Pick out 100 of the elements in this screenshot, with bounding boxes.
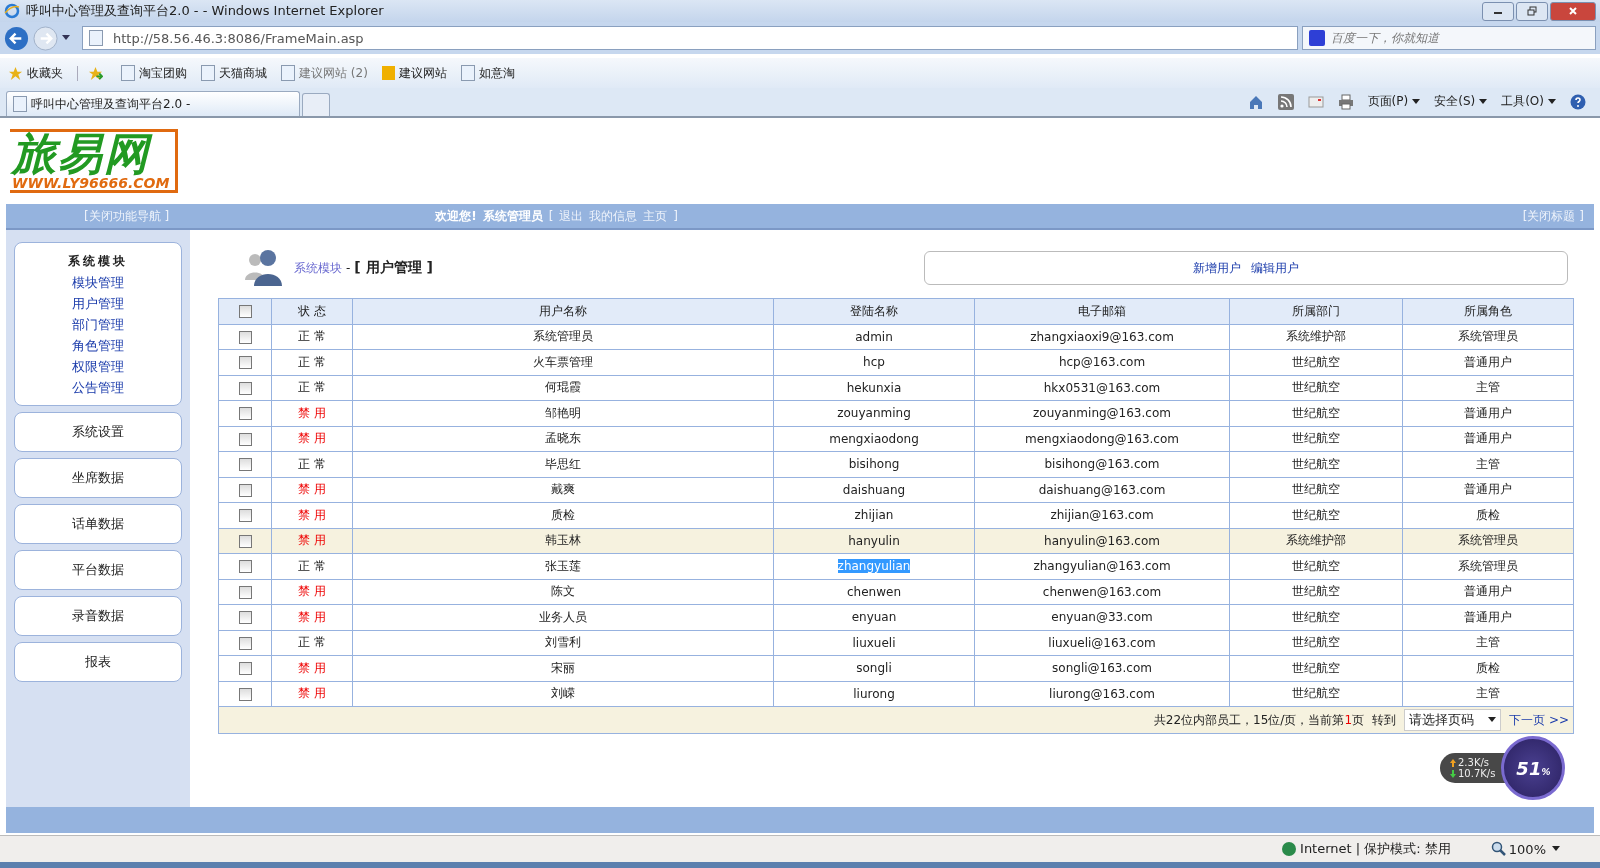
login-text: zhangyulian xyxy=(837,559,911,574)
table-cell: songli@163.com xyxy=(974,655,1230,681)
zoom-level[interactable]: 100% xyxy=(1490,841,1560,857)
table-cell: liuxueli@163.com xyxy=(974,630,1230,656)
table-cell: hcp@163.com xyxy=(974,349,1230,375)
header-cell: 所属部门 xyxy=(1229,298,1403,324)
sidebar-link[interactable]: 公告管理 xyxy=(72,379,124,397)
row-checkbox[interactable] xyxy=(238,560,252,574)
table-cell: 张玉莲 xyxy=(352,553,774,579)
table-cell: zhijian@163.com xyxy=(974,502,1230,528)
add-favorite-icon[interactable] xyxy=(88,65,103,81)
table-cell: 孟晓东 xyxy=(352,426,774,452)
sidebar-button[interactable]: 报表 xyxy=(14,642,182,682)
memory-percent: 51% xyxy=(1516,757,1551,779)
favorites-item[interactable]: 收藏夹 xyxy=(8,64,63,82)
table-cell: 刘嵘 xyxy=(352,681,774,707)
favorites-item[interactable]: 建议网站 xyxy=(381,64,447,82)
favorites-item[interactable]: 天猫商城 xyxy=(201,64,267,82)
row-checkbox[interactable] xyxy=(238,356,252,370)
table-cell: zhangyulian@163.com xyxy=(974,553,1230,579)
login-text: admin xyxy=(855,329,893,344)
table-cell: 系统维护部 xyxy=(1229,324,1403,350)
status-text: 禁 用 xyxy=(298,584,326,599)
close-icon xyxy=(1568,6,1578,16)
row-checkbox[interactable] xyxy=(238,458,252,472)
caret-icon xyxy=(1488,717,1497,723)
favorites-item[interactable]: 如意淘 xyxy=(460,64,515,82)
status-text: 正 常 xyxy=(298,456,326,471)
next-page-link[interactable]: 下一页 >> xyxy=(1509,711,1569,729)
dropdown-icon[interactable] xyxy=(62,35,70,41)
login-text: liurong xyxy=(853,686,895,701)
window-title: 呼叫中心管理及查询平台2.0 - - Windows Internet Explorer xyxy=(26,2,384,20)
sidebar-link[interactable]: 用户管理 xyxy=(72,295,124,313)
browser-tab[interactable]: 呼叫中心管理及查询平台2.0 - xyxy=(6,91,300,116)
table-cell: 业务人员 xyxy=(352,604,774,630)
table-cell: 质检 xyxy=(1402,502,1574,528)
command-menu[interactable]: 安全(S) xyxy=(1434,93,1488,110)
command-menu[interactable]: 工具(O) xyxy=(1501,93,1556,110)
table-cell: 主管 xyxy=(1402,451,1574,477)
favorites-item[interactable]: 淘宝团购 xyxy=(121,64,187,82)
close-button[interactable] xyxy=(1550,1,1596,21)
row-checkbox[interactable] xyxy=(238,636,252,650)
breadcrumb-link[interactable]: 系统模块 xyxy=(294,259,342,277)
status-text: 正 常 xyxy=(298,380,326,395)
table-cell: 世纪航空 xyxy=(1229,630,1403,656)
bracket: [ xyxy=(548,209,554,223)
command-menu[interactable]: 页面(P) xyxy=(1367,93,1421,110)
row-checkbox[interactable] xyxy=(238,330,252,344)
welcome-text: 欢迎您! xyxy=(435,207,477,225)
back-icon[interactable] xyxy=(4,25,29,51)
table-cell: 毕思红 xyxy=(352,451,774,477)
bracket: ] xyxy=(673,209,679,223)
table-cell: 质检 xyxy=(1402,655,1574,681)
help-icon[interactable] xyxy=(1570,93,1586,110)
sidebar-link[interactable]: 角色管理 xyxy=(72,337,124,355)
table-cell: 火车票管理 xyxy=(352,349,774,375)
sidebar-link[interactable]: 权限管理 xyxy=(72,358,124,376)
page-title: [ 用户管理 ] xyxy=(354,259,433,277)
browser-logo-icon xyxy=(4,3,20,19)
table-cell: 陈文 xyxy=(352,579,774,605)
header-cell: 登陆名称 xyxy=(773,298,975,324)
panel-title: 系统模块 xyxy=(68,253,128,270)
header-cell: 用户名称 xyxy=(352,298,774,324)
favorites-item[interactable]: 建议网站 (2) xyxy=(281,64,368,82)
feed-icon[interactable] xyxy=(1277,93,1294,110)
table-cell: 世纪航空 xyxy=(1229,426,1403,452)
status-text: 禁 用 xyxy=(298,482,326,497)
sidebar-link[interactable]: 部门管理 xyxy=(72,316,124,334)
action-link[interactable]: 新增用户 xyxy=(1193,259,1241,277)
search-field[interactable]: 百度一下，你就知道 xyxy=(1302,26,1596,50)
sidebar-button[interactable]: 平台数据 xyxy=(14,550,182,590)
action-link[interactable]: 编辑用户 xyxy=(1251,259,1299,277)
home-icon[interactable] xyxy=(1247,93,1264,110)
row-checkbox[interactable] xyxy=(238,381,252,395)
zone-status: Internet | 保护模式: 禁用 xyxy=(1282,840,1451,858)
table-cell: 普通用户 xyxy=(1402,604,1574,630)
page-select[interactable]: 请选择页码 xyxy=(1404,709,1502,731)
status-text: 禁 用 xyxy=(298,405,326,420)
status-text: 正 常 xyxy=(298,329,326,344)
table-cell: zhangxiaoxi9@163.com xyxy=(974,324,1230,350)
sidebar-button[interactable]: 录音数据 xyxy=(14,596,182,636)
upload-speed: 2.3K/s xyxy=(1450,757,1496,768)
sidebar-button[interactable]: 话单数据 xyxy=(14,504,182,544)
star-icon xyxy=(8,65,23,81)
minimize-button[interactable] xyxy=(1482,1,1514,21)
status-text: 禁 用 xyxy=(298,686,326,701)
table-cell: 系统管理员 xyxy=(352,324,774,350)
sidebar-button[interactable]: 系统设置 xyxy=(14,412,182,452)
sidebar-link[interactable]: 模块管理 xyxy=(72,274,124,292)
table-cell: daishuang@163.com xyxy=(974,477,1230,503)
table-cell: 系统管理员 xyxy=(1402,528,1574,554)
address-field[interactable]: http://58.56.46.3:8086/FrameMain.asp xyxy=(82,26,1298,50)
table-cell: 世纪航空 xyxy=(1229,451,1403,477)
goto-label: 转到 xyxy=(1372,711,1397,729)
login-text: hcp xyxy=(863,355,885,370)
select-all-checkbox[interactable] xyxy=(238,305,252,319)
print-icon[interactable] xyxy=(1337,93,1354,110)
sidebar-button[interactable]: 坐席数据 xyxy=(14,458,182,498)
table-cell: 主管 xyxy=(1402,681,1574,707)
status-text: 禁 用 xyxy=(298,609,326,624)
